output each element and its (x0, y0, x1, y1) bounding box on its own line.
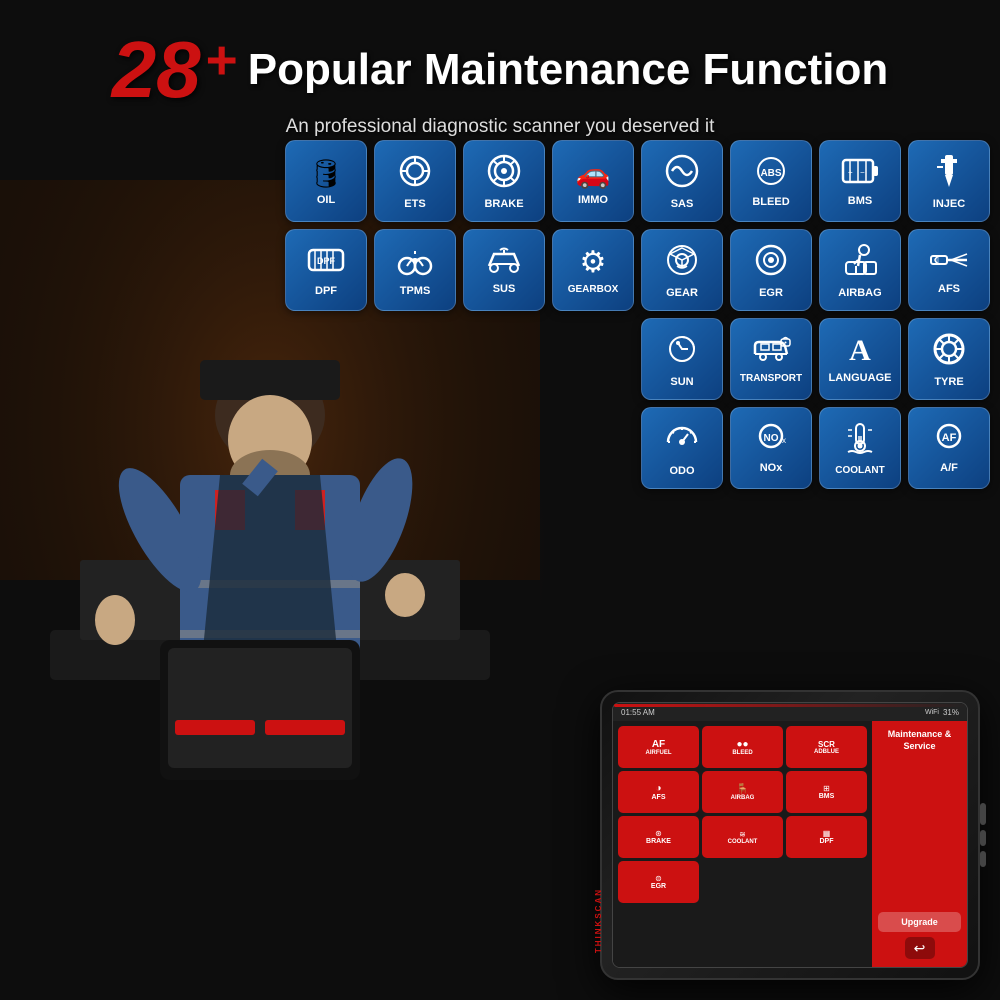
back-button[interactable]: ↩ (905, 937, 935, 959)
icon-airbag: AIRBAG (819, 229, 901, 311)
icon-dpf: DPF DPF (285, 229, 367, 311)
volume-down-button[interactable] (980, 851, 986, 867)
icon-egr-label: EGR (759, 287, 783, 299)
features-grid: 🛢 OIL ETS (285, 140, 990, 489)
upgrade-button[interactable]: Upgrade (878, 912, 961, 932)
app-coolant: ≋ COOLANT (702, 816, 783, 858)
svg-text:−: − (860, 168, 865, 177)
app-airfuel: AF AIRFUEL (618, 726, 699, 768)
app-egr: ⊜ EGR (618, 861, 699, 903)
icon-language: A LANGUAGE (819, 318, 901, 400)
icon-tyre-label: TYRE (934, 376, 963, 388)
icon-oil: 🛢 OIL (285, 140, 367, 222)
icon-nox-label: NOx (760, 462, 783, 474)
icon-coolant: COOLANT (819, 407, 901, 489)
app-brake: ⊛ BRAKE (618, 816, 699, 858)
app-bleed: ●● BLEED (702, 726, 783, 768)
screen-sidebar: Maintenance & Service Upgrade ↩ (872, 721, 967, 967)
icon-odo: ODO (641, 407, 723, 489)
app-afs: ◑ AFS (618, 771, 699, 813)
icon-gearbox: ⚙ GEARBOX (552, 229, 634, 311)
app-airbag: 🪑 AIRBAG (702, 771, 783, 813)
device-screen: 01:55 AM WiFi 31% AF AIRFUEL ●● (612, 702, 968, 968)
icon-tpms: TPMS (374, 229, 456, 311)
volume-up-button[interactable] (980, 830, 986, 846)
sidebar-title: Maintenance & Service (878, 729, 961, 752)
screen-time: 01:55 AM (621, 708, 655, 717)
subtitle: An professional diagnostic scanner you d… (20, 116, 980, 138)
screen-app-grid: AF AIRFUEL ●● BLEED SCR ADBLUE ◑ AFS (613, 721, 872, 967)
icon-sus-label: SUS (493, 283, 516, 295)
icon-immo: 🚗 IMMO (552, 140, 634, 222)
icon-row-3: SUN TRANSPORT A (641, 318, 990, 400)
main-number: 28 (112, 30, 201, 110)
icon-sas: SAS (641, 140, 723, 222)
icon-af-label: A/F (940, 462, 958, 474)
icon-row-2: DPF DPF TPMS (285, 229, 990, 311)
icon-injec: INJEC (908, 140, 990, 222)
icon-odo-label: ODO (669, 465, 694, 477)
app-dpf: ▦ DPF (786, 816, 867, 858)
svg-text:ABS: ABS (760, 168, 781, 179)
power-button[interactable] (980, 803, 986, 825)
icon-gear: GEAR (641, 229, 723, 311)
icon-nox: NO x NOx (730, 407, 812, 489)
icon-afs-label: AFS (938, 283, 960, 295)
icon-af: AF A/F (908, 407, 990, 489)
svg-text:NO: NO (764, 433, 779, 444)
battery-level: 31% (943, 708, 959, 717)
icon-row-1: 🛢 OIL ETS (285, 140, 990, 222)
icon-brake: BRAKE (463, 140, 545, 222)
icon-tyre: TYRE (908, 318, 990, 400)
icon-bms: + − BMS (819, 140, 901, 222)
icon-tpms-label: TPMS (400, 285, 431, 297)
icon-airbag-label: AIRBAG (838, 287, 881, 299)
icon-bleed: ABS BLEED (730, 140, 812, 222)
brand-label: THINKSCAN (594, 888, 603, 953)
back-arrow-icon: ↩ (914, 940, 926, 957)
icon-sun-label: SUN (670, 376, 693, 388)
app-bms: ⊞ BMS (786, 771, 867, 813)
icon-egr: EGR (730, 229, 812, 311)
icon-bleed-label: BLEED (752, 196, 789, 208)
side-buttons (980, 803, 986, 867)
svg-text:x: x (782, 436, 786, 445)
icon-brake-label: BRAKE (484, 198, 523, 210)
main-title: Popular Maintenance Function (248, 46, 889, 94)
icon-language-label: LANGUAGE (829, 372, 892, 384)
icon-sun: SUN (641, 318, 723, 400)
icon-gear-label: GEAR (666, 287, 698, 299)
icon-ets-label: ETS (404, 198, 425, 210)
scanner-device: 01:55 AM WiFi 31% AF AIRFUEL ●● (600, 690, 980, 980)
icon-oil-label: OIL (317, 194, 335, 206)
app-adblue: SCR ADBLUE (786, 726, 867, 768)
icon-immo-label: IMMO (578, 194, 608, 206)
icon-sus: SUS (463, 229, 545, 311)
svg-text:+: + (848, 168, 853, 177)
icon-ets: ETS (374, 140, 456, 222)
icon-transport-label: TRANSPORT (740, 373, 802, 384)
icon-bms-label: BMS (848, 195, 872, 207)
icon-dpf-label: DPF (315, 285, 337, 297)
icon-injec-label: INJEC (933, 198, 965, 210)
page-header: 28 + Popular Maintenance Function An pro… (0, 10, 1000, 148)
icon-coolant-label: COOLANT (835, 465, 884, 476)
plus-sign: + (206, 33, 238, 88)
icon-gearbox-label: GEARBOX (568, 284, 619, 295)
icon-transport: TRANSPORT (730, 318, 812, 400)
icon-row-4: ODO NO x NOx (641, 407, 990, 489)
icon-afs: AFS (908, 229, 990, 311)
icon-sas-label: SAS (671, 198, 694, 210)
svg-text:AF: AF (942, 432, 957, 444)
